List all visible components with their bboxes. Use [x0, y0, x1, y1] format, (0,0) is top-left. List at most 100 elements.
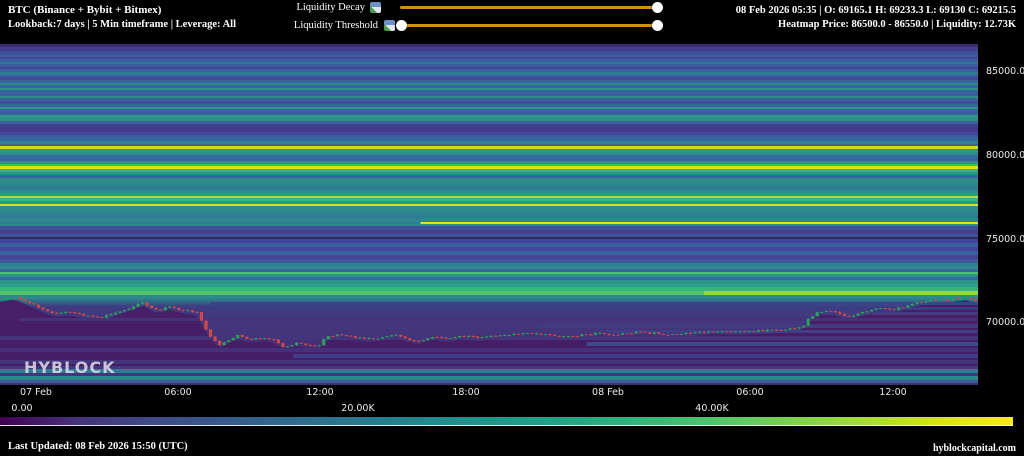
liquidity-level-stripe — [0, 152, 978, 155]
liquidity-level-stripe — [0, 59, 978, 62]
liquidity-level-stripe — [0, 158, 978, 161]
liquidity-level-stripe — [0, 226, 978, 230]
colorbar-tick-label: 40.00K — [695, 403, 728, 414]
liquidity-decay-slider[interactable] — [400, 6, 658, 9]
below-price-stripe — [587, 342, 978, 346]
below-price-stripe — [0, 360, 978, 364]
liquidity-level-stripe — [0, 166, 978, 169]
image-placeholder-icon — [384, 20, 395, 31]
x-axis-tick-label: 12:00 — [879, 387, 906, 398]
below-price-stripe — [210, 302, 978, 305]
liquidity-colorbar — [0, 417, 1013, 426]
site-link[interactable]: hyblockcapital.com — [933, 443, 1016, 454]
liquidity-level-stripe — [0, 144, 978, 146]
below-price-stripe — [0, 336, 978, 340]
liquidity-level-stripe — [0, 196, 978, 198]
liquidity-level-stripe — [0, 269, 978, 272]
liquidity-level-stripe — [0, 263, 978, 266]
liquidity-level-stripe — [0, 287, 978, 291]
liquidity-level-stripe — [421, 222, 978, 224]
hyblock-watermark: HYBLOCK — [24, 358, 116, 377]
liquidity-level-stripe — [0, 49, 978, 51]
colorbar-ticks: 0.00 20.00K 40.00K — [0, 403, 1024, 415]
liquidity-level-stripe — [0, 169, 978, 172]
liquidity-level-stripe — [0, 107, 978, 109]
liquidity-level-stripe — [704, 291, 978, 295]
liquidity-level-stripe — [0, 193, 978, 196]
liquidity-level-stripe — [0, 201, 978, 204]
liquidity-threshold-slider-handle-min[interactable] — [396, 20, 407, 31]
y-axis-tick-label: 85000.0 — [986, 66, 1024, 77]
liquidity-decay-slider-handle[interactable] — [652, 2, 663, 13]
colorbar-tick-label: 20.00K — [341, 403, 374, 414]
liquidity-level-stripe — [0, 295, 978, 298]
liquidity-level-stripe — [0, 272, 978, 274]
heatmap-price-readout: Heatmap Price: 86500.0 - 86550.0 | Liqui… — [778, 18, 1016, 31]
liquidity-level-stripe — [0, 75, 978, 77]
liquidity-level-stripe — [0, 69, 978, 72]
liquidity-level-stripe — [0, 121, 978, 124]
colorbar-tick-label: 0.00 — [11, 403, 32, 414]
heatmap-plot-area[interactable] — [0, 44, 978, 385]
image-placeholder-icon — [370, 2, 381, 13]
liquidity-level-stripe — [0, 88, 978, 90]
last-updated-text: Last Updated: 08 Feb 2026 15:50 (UTC) — [8, 441, 188, 452]
header-bar: BTC (Binance + Bybit + Bitmex) Lookback:… — [0, 0, 1024, 44]
liquidity-level-stripe — [0, 57, 978, 59]
liquidity-level-stripe — [0, 124, 978, 128]
liquidity-level-stripe — [0, 259, 978, 263]
liquidity-level-stripe — [0, 104, 978, 107]
liquidity-level-stripe — [0, 138, 978, 141]
liquidity-level-stripe — [0, 135, 978, 138]
liquidity-threshold-slider[interactable] — [400, 24, 658, 27]
y-axis-tick-label: 75000.0 — [986, 234, 1024, 245]
lookback-settings: Lookback:7 days | 5 Min timeframe | Leve… — [8, 18, 236, 31]
liquidity-level-stripe — [0, 141, 978, 144]
below-price-stripe — [0, 369, 978, 373]
x-axis-tick-label: 12:00 — [306, 387, 333, 398]
x-axis-tick-label: 07 Feb — [20, 387, 52, 398]
liquidity-level-stripe — [0, 54, 978, 57]
liquidity-level-stripe — [0, 155, 978, 158]
liquidity-level-stripe — [0, 80, 978, 83]
liquidity-level-stripe — [0, 128, 978, 132]
liquidity-level-stripe — [0, 85, 978, 88]
hyblock-liquidation-heatmap-app: { "header": { "title": "BTC (Binance + B… — [0, 0, 1024, 456]
liquidity-level-stripe — [0, 251, 978, 255]
liquidity-level-stripe — [0, 146, 978, 149]
liquidity-level-stripe — [0, 90, 978, 93]
x-axis-tick-label: 06:00 — [736, 387, 763, 398]
below-price-stripe — [606, 330, 978, 333]
liquidity-level-stripe — [0, 51, 978, 54]
liquidity-level-stripe — [0, 47, 978, 49]
x-axis-tick-label: 08 Feb — [592, 387, 624, 398]
below-price-stripe — [538, 324, 978, 328]
liquidity-level-stripe — [0, 109, 978, 112]
liquidity-level-stripe — [0, 215, 978, 218]
liquidity-level-stripe — [0, 266, 978, 269]
ohlc-readout: 08 Feb 2026 05:35 | O: 69165.1 H: 69233.… — [736, 4, 1016, 17]
liquidity-level-stripe — [0, 243, 978, 247]
liquidity-level-stripe — [0, 112, 978, 115]
liquidity-threshold-slider-handle-max[interactable] — [652, 20, 663, 31]
x-axis-tick-label: 06:00 — [164, 387, 191, 398]
liquidity-level-stripe — [0, 182, 978, 186]
liquidity-level-stripe — [0, 206, 978, 209]
chart-region: 85000.080000.075000.070000.0 HYBLOCK — [0, 44, 1024, 385]
liquidity-level-stripe — [0, 274, 978, 277]
liquidity-level-stripe — [0, 64, 978, 67]
below-price-stripe — [0, 366, 978, 369]
liquidity-level-stripe — [0, 277, 978, 280]
below-price-stripe — [293, 354, 978, 358]
liquidity-level-stripe — [0, 190, 978, 193]
below-price-stripe — [210, 307, 978, 310]
liquidity-level-stripe — [0, 83, 978, 85]
below-price-stripe — [0, 373, 978, 376]
liquidity-level-stripe — [0, 212, 978, 215]
liquidity-level-stripe — [0, 198, 978, 201]
liquidity-level-stripe — [0, 62, 978, 64]
liquidity-threshold-label: Liquidity Threshold — [270, 20, 378, 31]
liquidity-level-stripe — [0, 72, 978, 75]
liquidity-level-stripe — [0, 224, 978, 226]
below-price-stripe — [20, 318, 978, 321]
